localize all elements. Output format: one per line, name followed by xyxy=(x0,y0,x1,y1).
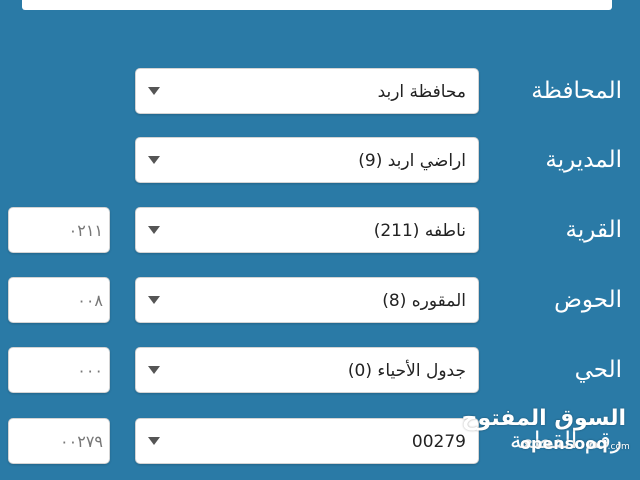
row-neighborhood: ٠٠٠ جدول الأحياء (0) الحي xyxy=(0,347,640,397)
village-label: القرية xyxy=(565,217,622,243)
village-code-field[interactable]: ٠٢١١ xyxy=(8,207,110,253)
chevron-down-icon xyxy=(148,87,160,95)
parcel-code-field[interactable]: ٠٠٢٧٩ xyxy=(8,418,110,464)
row-village: ٠٢١١ ناطفه (211) القرية xyxy=(0,207,640,257)
basin-code-value: ٠٠٨ xyxy=(77,291,103,310)
village-value: ناطفه (211) xyxy=(373,221,466,241)
neighborhood-label: الحي xyxy=(574,357,622,383)
basin-select[interactable]: المقوره (8) xyxy=(135,277,479,323)
row-basin: ٠٠٨ المقوره (8) الحوض xyxy=(0,277,640,327)
neighborhood-code-value: ٠٠٠ xyxy=(77,361,103,380)
row-parcel-number: ٠٠٢٧٩ 00279 رقم القطعة xyxy=(0,418,640,468)
chevron-down-icon xyxy=(148,366,160,374)
neighborhood-code-field[interactable]: ٠٠٠ xyxy=(8,347,110,393)
basin-label: الحوض xyxy=(554,287,622,313)
parcel-label: رقم القطعة xyxy=(509,428,622,454)
governorate-value: محافظة اربد xyxy=(377,82,466,102)
parcel-select[interactable]: 00279 xyxy=(135,418,479,464)
neighborhood-select[interactable]: جدول الأحياء (0) xyxy=(135,347,479,393)
chevron-down-icon xyxy=(148,296,160,304)
parcel-code-value: ٠٠٢٧٩ xyxy=(60,432,103,451)
row-directorate: اراضي اربد (9) المديرية xyxy=(0,137,640,187)
row-governorate: محافظة اربد المحافظة xyxy=(0,68,640,118)
governorate-label: المحافظة xyxy=(531,78,622,104)
basin-value: المقوره (8) xyxy=(382,291,466,311)
directorate-label: المديرية xyxy=(545,147,622,173)
directorate-value: اراضي اربد (9) xyxy=(358,151,466,171)
chevron-down-icon xyxy=(148,226,160,234)
top-bar xyxy=(22,0,612,10)
neighborhood-value: جدول الأحياء (0) xyxy=(347,361,466,381)
chevron-down-icon xyxy=(148,156,160,164)
governorate-select[interactable]: محافظة اربد xyxy=(135,68,479,114)
chevron-down-icon xyxy=(148,437,160,445)
village-code-value: ٠٢١١ xyxy=(68,221,103,240)
parcel-value: 00279 xyxy=(411,432,466,452)
basin-code-field[interactable]: ٠٠٨ xyxy=(8,277,110,323)
directorate-select[interactable]: اراضي اربد (9) xyxy=(135,137,479,183)
village-select[interactable]: ناطفه (211) xyxy=(135,207,479,253)
